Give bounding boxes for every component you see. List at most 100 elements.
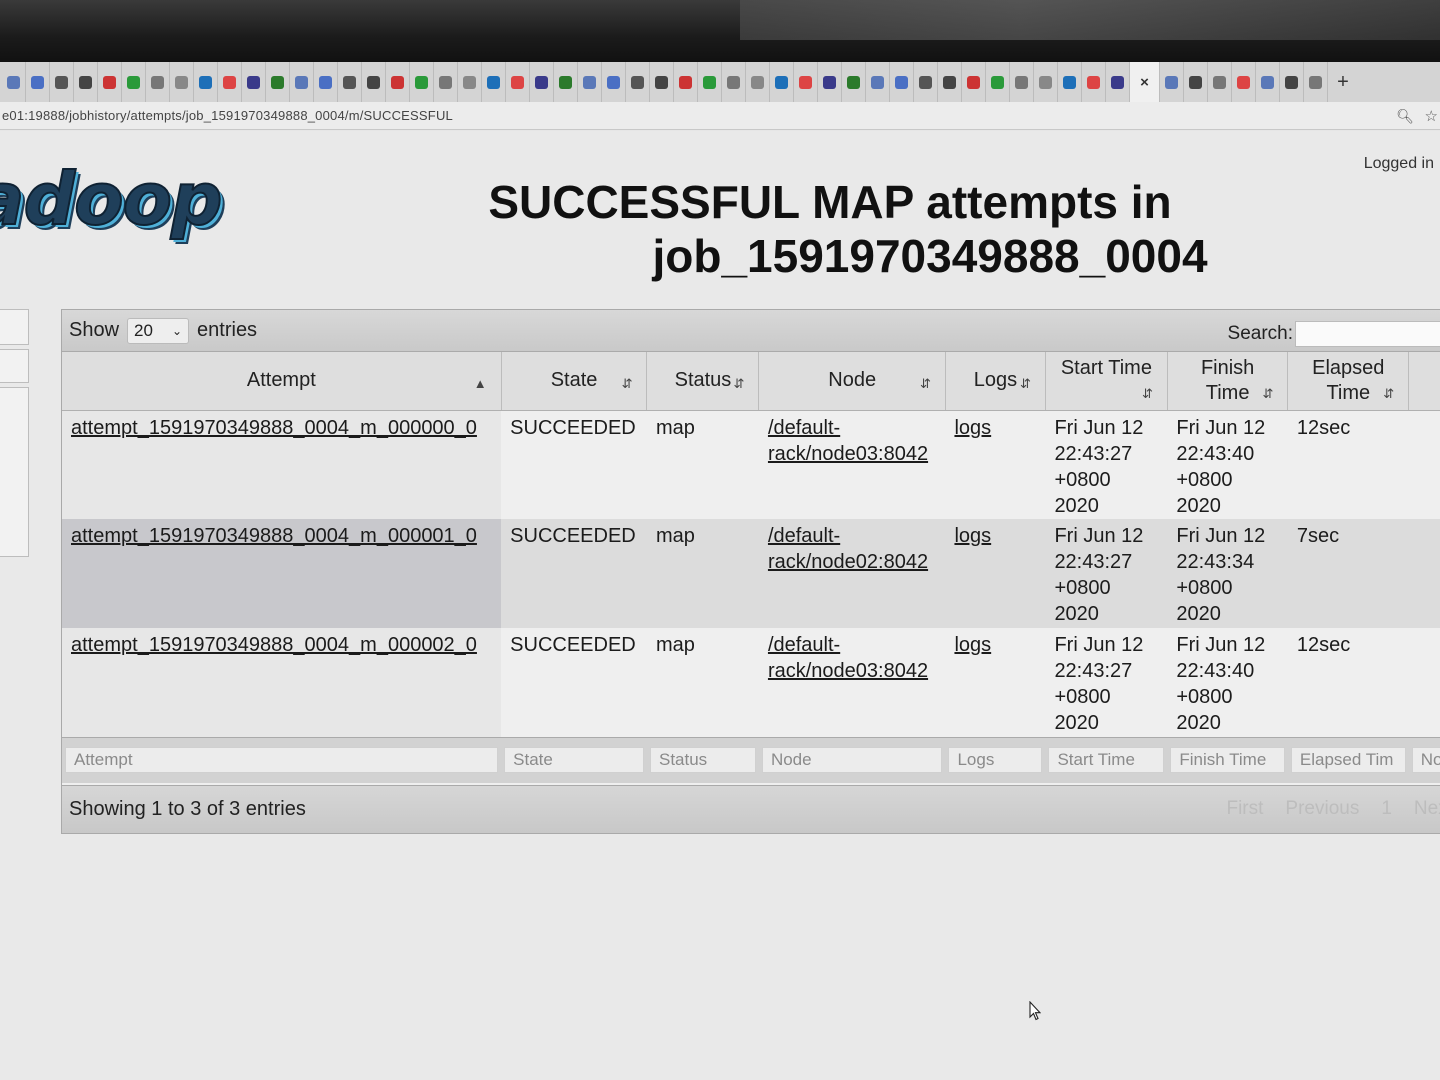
browser-tab[interactable]	[506, 62, 530, 102]
filter-start-time-input[interactable]: Start Time	[1048, 747, 1165, 774]
browser-tab[interactable]	[1034, 62, 1058, 102]
filter-status-input[interactable]: Status	[649, 747, 756, 774]
attempt-link[interactable]: attempt_1591970349888_0004_m_000001_0	[71, 525, 477, 547]
logs-link[interactable]: logs	[954, 417, 991, 439]
zoom-icon[interactable]: 🔍︎	[1396, 108, 1414, 125]
hadoop-logo[interactable]: adoop	[0, 156, 224, 242]
browser-tab[interactable]	[1058, 62, 1082, 102]
browser-tab[interactable]	[842, 62, 866, 102]
browser-tab[interactable]	[434, 62, 458, 102]
col-header-node[interactable]: Node ⇵	[758, 352, 946, 411]
browser-tab[interactable]	[914, 62, 938, 102]
pager-previous-button[interactable]: Previous	[1285, 798, 1359, 820]
browser-tab[interactable]	[866, 62, 890, 102]
pager-page-1-button[interactable]: 1	[1381, 798, 1392, 820]
browser-tab[interactable]	[290, 62, 314, 102]
col-header-next[interactable]	[1408, 352, 1440, 411]
col-header-logs[interactable]: Logs ⇵	[945, 352, 1046, 411]
browser-tab[interactable]	[242, 62, 266, 102]
browser-tab[interactable]	[1106, 62, 1130, 102]
filter-next-input[interactable]: No	[1411, 747, 1440, 774]
browser-tab[interactable]	[1184, 62, 1208, 102]
browser-tab[interactable]	[938, 62, 962, 102]
node-link[interactable]: /default-rack/node03:8042	[768, 634, 928, 682]
nav-section-job[interactable]	[0, 349, 29, 383]
browser-tab[interactable]	[74, 62, 98, 102]
browser-tab[interactable]	[1160, 62, 1184, 102]
filter-finish-time-input[interactable]: Finish Time	[1170, 747, 1285, 774]
browser-tab[interactable]	[986, 62, 1010, 102]
col-header-attempt[interactable]: Attempt ▲	[62, 352, 502, 411]
browser-tab[interactable]	[722, 62, 746, 102]
browser-tab[interactable]	[650, 62, 674, 102]
url-text[interactable]: e01:19888/jobhistory/attempts/job_159197…	[0, 108, 453, 123]
browser-tab[interactable]	[818, 62, 842, 102]
browser-tab[interactable]	[170, 62, 194, 102]
browser-tab[interactable]	[98, 62, 122, 102]
browser-tab[interactable]	[482, 62, 506, 102]
new-tab-button[interactable]: +	[1328, 71, 1358, 94]
browser-tab[interactable]	[1082, 62, 1106, 102]
browser-tab[interactable]	[1232, 62, 1256, 102]
browser-tab[interactable]	[410, 62, 434, 102]
col-header-status[interactable]: Status ⇵	[646, 352, 760, 411]
browser-tab[interactable]	[458, 62, 482, 102]
col-header-elapsed-time[interactable]: Elapsed Time ⇵	[1287, 352, 1410, 411]
browser-tab[interactable]	[554, 62, 578, 102]
bookmark-star-icon[interactable]: ☆	[1425, 107, 1438, 125]
table-row[interactable]: attempt_1591970349888_0004_m_000000_0 SUC…	[62, 410, 1440, 519]
browser-tab[interactable]	[122, 62, 146, 102]
attempt-link[interactable]: attempt_1591970349888_0004_m_000002_0	[71, 634, 477, 656]
pager-first-button[interactable]: First	[1226, 798, 1263, 820]
browser-tab[interactable]	[1304, 62, 1328, 102]
browser-tab[interactable]	[1280, 62, 1304, 102]
node-link[interactable]: /default-rack/node02:8042	[768, 525, 928, 573]
browser-tab[interactable]	[314, 62, 338, 102]
browser-tab[interactable]	[746, 62, 770, 102]
table-row[interactable]: attempt_1591970349888_0004_m_000001_0 SUC…	[62, 519, 1440, 628]
browser-tab[interactable]	[362, 62, 386, 102]
filter-attempt-input[interactable]: Attempt	[65, 747, 499, 774]
browser-tab[interactable]	[218, 62, 242, 102]
col-header-start-time[interactable]: Start Time ⇵	[1045, 352, 1168, 411]
browser-tab[interactable]	[194, 62, 218, 102]
attempt-link[interactable]: attempt_1591970349888_0004_m_000000_0	[71, 417, 477, 439]
browser-tab[interactable]	[338, 62, 362, 102]
browser-tab[interactable]	[794, 62, 818, 102]
browser-tab[interactable]	[386, 62, 410, 102]
browser-tab[interactable]	[962, 62, 986, 102]
filter-node-input[interactable]: Node	[761, 747, 943, 774]
browser-tab[interactable]	[674, 62, 698, 102]
browser-tab[interactable]	[1208, 62, 1232, 102]
nav-section-tools[interactable]	[0, 387, 29, 557]
filter-state-input[interactable]: State	[504, 747, 644, 774]
active-tab-close-icon[interactable]: ×	[1130, 62, 1160, 102]
filter-elapsed-time-input[interactable]: Elapsed Tim	[1290, 747, 1406, 774]
browser-tab[interactable]	[146, 62, 170, 102]
address-bar[interactable]: e01:19888/jobhistory/attempts/job_159197…	[0, 102, 1440, 130]
browser-tab[interactable]	[578, 62, 602, 102]
browser-tab[interactable]	[26, 62, 50, 102]
browser-tab[interactable]	[266, 62, 290, 102]
browser-tab[interactable]	[626, 62, 650, 102]
node-link[interactable]: /default-rack/node03:8042	[768, 417, 928, 465]
browser-tab[interactable]	[530, 62, 554, 102]
page-length-select[interactable]: 20 ⌄	[127, 317, 190, 344]
filter-logs-input[interactable]: Logs	[948, 747, 1043, 774]
browser-tab[interactable]	[770, 62, 794, 102]
pager-next-button[interactable]: Next	[1414, 798, 1440, 820]
table-row[interactable]: attempt_1591970349888_0004_m_000002_0 SUC…	[62, 628, 1440, 737]
browser-tab[interactable]	[890, 62, 914, 102]
browser-tab[interactable]	[1256, 62, 1280, 102]
browser-tab[interactable]	[698, 62, 722, 102]
nav-section-application[interactable]	[0, 309, 29, 345]
search-input[interactable]	[1295, 321, 1440, 347]
browser-tab[interactable]	[50, 62, 74, 102]
logs-link[interactable]: logs	[954, 525, 991, 547]
browser-tab[interactable]	[602, 62, 626, 102]
browser-tab[interactable]	[2, 62, 26, 102]
col-header-state[interactable]: State ⇵	[501, 352, 648, 411]
browser-tab[interactable]	[1010, 62, 1034, 102]
col-header-finish-time[interactable]: Finish Time ⇵	[1167, 352, 1289, 411]
logs-link[interactable]: logs	[954, 634, 991, 656]
